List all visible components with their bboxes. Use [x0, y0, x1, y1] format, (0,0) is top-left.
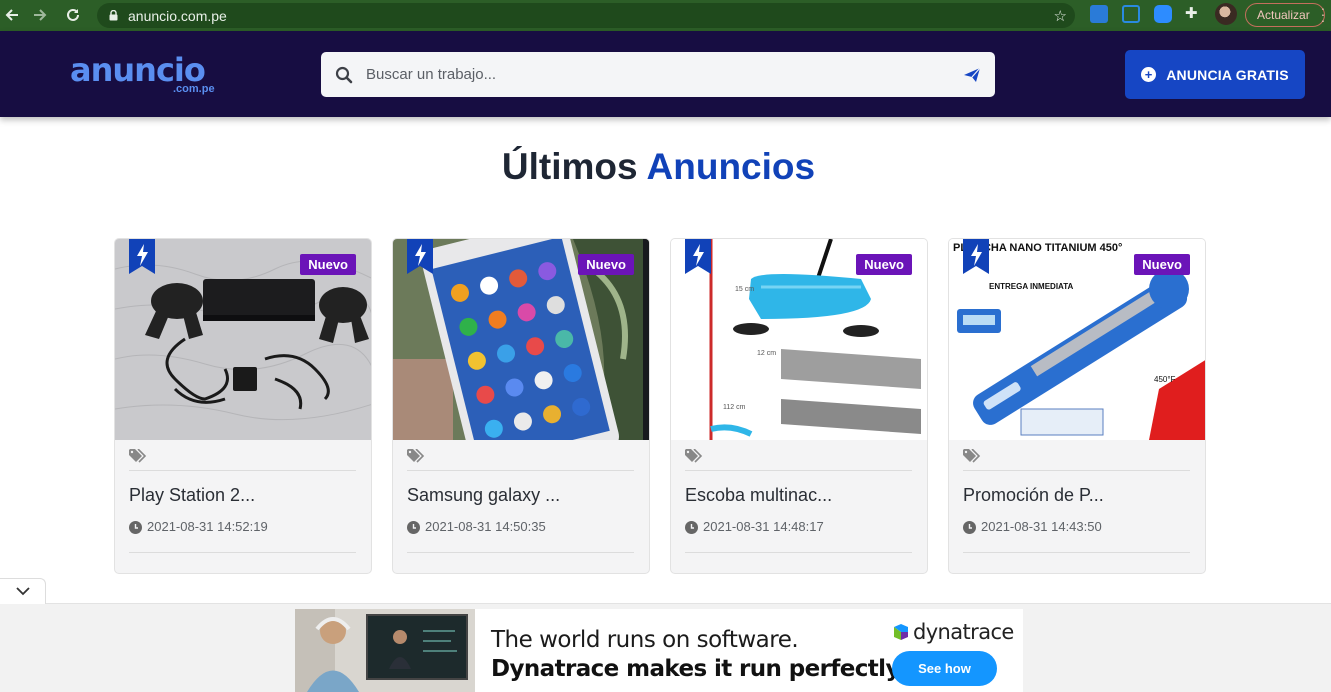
divider	[407, 552, 634, 553]
post-ad-label: ANUNCIA GRATIS	[1166, 66, 1289, 83]
logo-subtext: .com.pe	[173, 83, 215, 95]
chevron-down-icon	[15, 587, 30, 596]
extension-zoom-icon[interactable]	[1154, 5, 1172, 23]
listing-title[interactable]: Escoba multinac...	[685, 485, 832, 506]
search-input[interactable]: Buscar un trabajo...	[366, 66, 963, 83]
extension-translate-icon[interactable]	[1090, 5, 1108, 23]
divider	[129, 552, 356, 553]
listing-title[interactable]: Play Station 2...	[129, 485, 255, 506]
ad-subheadline: Dynatrace makes it run perfectly.	[491, 656, 906, 682]
divider	[685, 470, 912, 471]
ad-brand-logo: dynatrace	[892, 620, 1014, 644]
search-bar[interactable]: Buscar un trabajo...	[321, 52, 995, 97]
plus-circle-icon: +	[1141, 67, 1157, 82]
clock-icon	[407, 521, 420, 534]
featured-bolt-icon	[407, 239, 433, 274]
status-badge: Nuevo	[1134, 254, 1190, 275]
svg-text:112 cm: 112 cm	[723, 404, 746, 411]
divider	[685, 552, 912, 553]
browser-menu-icon[interactable]: · · ·	[1320, 1, 1326, 27]
dynatrace-logo-icon	[894, 624, 908, 640]
clock-icon	[963, 521, 976, 534]
svg-text:ENTREGA INMEDIATA: ENTREGA INMEDIATA	[989, 282, 1074, 291]
profile-avatar[interactable]	[1215, 3, 1237, 25]
listing-title[interactable]: Samsung galaxy ...	[407, 485, 560, 506]
collapse-ad-button[interactable]	[0, 578, 46, 604]
listing-card[interactable]: Nuevo Samsung galaxy ... 2021-08-31 14:5…	[392, 238, 650, 574]
clock-icon	[129, 521, 142, 534]
section-title-part2: Anuncios	[646, 146, 816, 187]
listing-title[interactable]: Promoción de P...	[963, 485, 1104, 506]
site-logo[interactable]: anuncio .com.pe	[70, 51, 215, 95]
divider	[963, 470, 1190, 471]
site-header: anuncio .com.pe Buscar un trabajo... + A…	[0, 31, 1331, 117]
bookmark-star-icon[interactable]: ☆	[1054, 7, 1067, 25]
svg-text:15 cm: 15 cm	[735, 286, 754, 293]
tags-icon	[407, 449, 425, 463]
extension-screen-icon[interactable]	[1122, 5, 1140, 23]
extensions-puzzle-icon[interactable]: ✚	[1185, 5, 1203, 23]
ad-headline: The world runs on software.	[491, 627, 799, 653]
address-bar[interactable]: anuncio.com.pe ☆	[97, 3, 1075, 28]
post-ad-button[interactable]: + ANUNCIA GRATIS	[1125, 50, 1305, 99]
back-icon[interactable]	[0, 3, 24, 27]
listing-card[interactable]: Nuevo Play Station 2... 2021-08-31 14:52…	[114, 238, 372, 574]
featured-bolt-icon	[685, 239, 711, 274]
section-title-part1: Últimos	[501, 146, 638, 187]
update-button[interactable]: Actualizar	[1245, 3, 1325, 27]
url-text: anuncio.com.pe	[128, 7, 227, 24]
featured-bolt-icon	[963, 239, 989, 274]
svg-text:450°F: 450°F	[1154, 375, 1176, 384]
reload-icon[interactable]	[61, 3, 85, 27]
listing-date: 2021-08-31 14:48:17	[703, 519, 824, 534]
listing-date: 2021-08-31 14:52:19	[147, 519, 268, 534]
listing-date: 2021-08-31 14:43:50	[981, 519, 1102, 534]
tags-icon	[129, 449, 147, 463]
browser-toolbar: anuncio.com.pe ☆ ✚ Actualizar · · ·	[0, 0, 1331, 31]
divider	[129, 470, 356, 471]
lock-icon	[109, 10, 118, 21]
listing-card[interactable]: ENTREGA INMEDIATA PLANCHA NANO TITANIUM …	[948, 238, 1206, 574]
tags-icon	[963, 449, 981, 463]
ad-brand-name: dynatrace	[913, 620, 1014, 644]
status-badge: Nuevo	[856, 254, 912, 275]
ad-photo	[295, 609, 475, 692]
status-badge: Nuevo	[300, 254, 356, 275]
see-how-button[interactable]: See how	[892, 651, 997, 686]
forward-icon[interactable]	[28, 3, 52, 27]
status-badge: Nuevo	[578, 254, 634, 275]
divider	[407, 470, 634, 471]
listing-card[interactable]: 15 cm 12 cm 112 cm Nuevo Escoba multinac…	[670, 238, 928, 574]
ad-banner[interactable]: The world runs on software. Dynatrace ma…	[295, 609, 1023, 692]
send-icon[interactable]	[963, 66, 981, 84]
listing-date: 2021-08-31 14:50:35	[425, 519, 546, 534]
tags-icon	[685, 449, 703, 463]
divider	[963, 552, 1190, 553]
featured-bolt-icon	[129, 239, 155, 274]
logo-text: anuncio	[70, 51, 206, 89]
search-icon	[335, 66, 353, 83]
svg-text:12 cm: 12 cm	[757, 350, 776, 357]
clock-icon	[685, 521, 698, 534]
section-title: Últimos Anuncios	[0, 146, 1317, 188]
